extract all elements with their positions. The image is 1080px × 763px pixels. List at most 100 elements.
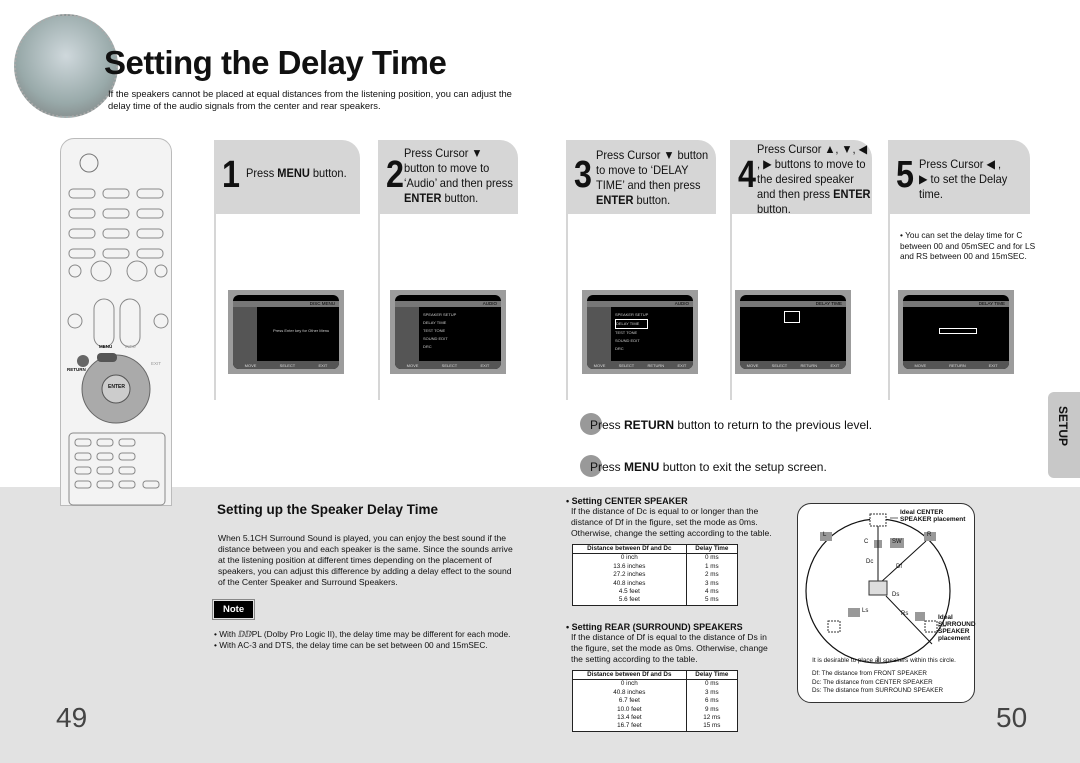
- table-header: Distance between Df and Ds: [572, 670, 687, 681]
- step-3: 3 Press Cursor ▼ button to move to ‘DELA…: [566, 140, 716, 214]
- table-cell: 0 inch: [572, 679, 687, 689]
- step-5-text: Press Cursor ◀ , ▶ to set the Delay time…: [919, 157, 1011, 202]
- menu-item: SPEAKER SETUP: [615, 312, 649, 317]
- table-row: 40.8 inches 3 ms: [572, 579, 739, 589]
- table-cell: 0 ms: [686, 679, 739, 689]
- step-text-part: button.: [309, 166, 347, 180]
- menu-instruction: Press MENU button to exit the setup scre…: [590, 460, 827, 474]
- remote-return-button: RETURN: [67, 367, 86, 372]
- table-cell: 0 ms: [686, 553, 739, 563]
- ideal-surround-label: Ideal SURROUND SPEAKER placement: [938, 614, 976, 642]
- note-badge: Note: [211, 599, 256, 620]
- intro-text: If the speakers cannot be placed at equa…: [108, 88, 512, 111]
- note-item: With ⅅⅅPL (Dolby Pro Logic II), the dela…: [219, 629, 511, 639]
- table-cell: 6 ms: [686, 697, 739, 706]
- table-cell: 5.6 feet: [572, 596, 687, 606]
- step-2: 2 Press Cursor ▼ button to move to ‘Audi…: [378, 140, 518, 214]
- footer-exit: EXIT: [318, 362, 328, 368]
- step-5: 5 Press Cursor ◀ , ▶ to set the Delay ti…: [888, 140, 1030, 214]
- step-number: 3: [574, 154, 592, 196]
- table-cell: 1 ms: [686, 562, 739, 572]
- page-number-right: 50: [996, 702, 1028, 733]
- center-delay-table: Distance between Df and Dc Delay Time 0 in…: [572, 544, 739, 606]
- footer-return: RETURN: [949, 362, 966, 368]
- step-number: 4: [738, 154, 756, 196]
- circle-note: It is desirable to place all speakers wi…: [812, 657, 956, 664]
- table-header: Delay Time: [686, 544, 739, 555]
- section-title: Setting up the Speaker Delay Time: [217, 502, 439, 517]
- footer-select: SELECT: [279, 362, 296, 368]
- key-name: ENTER: [404, 191, 442, 205]
- page-number-left: 49: [56, 702, 88, 733]
- footer-select: SELECT: [618, 362, 635, 368]
- footer-exit: EXIT: [988, 362, 998, 368]
- screen-header: DELAY TIME: [903, 301, 1009, 307]
- remote-exit-button: EXIT: [151, 361, 162, 366]
- table-cell: 3 ms: [686, 579, 739, 589]
- label-df: Df: [896, 564, 902, 570]
- rear-speaker-section: • Setting REAR (SURROUND) SPEAKERS If th…: [566, 622, 781, 732]
- key-name: ENTER: [833, 187, 871, 201]
- return-instruction: Press RETURN button to return to the pre…: [590, 418, 873, 432]
- footer-move: MOVE: [593, 362, 606, 368]
- table-cell: 13.6 inches: [572, 562, 687, 572]
- speaker-c: C: [864, 539, 869, 545]
- table-row: 4.5 feet 4 ms: [572, 588, 739, 597]
- footer-move: MOVE: [914, 362, 927, 368]
- table-row: 27.2 inches 2 ms: [572, 571, 739, 580]
- label-ds: Ds: [892, 592, 900, 598]
- menu-item-selected: DELAY TIME: [615, 319, 649, 329]
- menu-item: SOUND EDIT: [615, 338, 640, 343]
- table-row: 13.6 inches 1 ms: [572, 562, 739, 572]
- table-cell: 2 ms: [686, 571, 739, 580]
- remote-enter-button: ENTER: [108, 384, 125, 390]
- footer-select: SELECT: [771, 362, 788, 368]
- footer-select: SELECT: [441, 362, 458, 368]
- setup-tab-label: SETUP: [1056, 406, 1070, 447]
- menu-item: TEST TONE: [423, 328, 446, 333]
- menu-item: SPEAKER SETUP: [423, 312, 457, 317]
- legend-dc: Dc: The distance from CENTER SPEAKER: [812, 678, 933, 686]
- table-cell: 0 inch: [572, 553, 687, 563]
- speaker-placement-diagram: Ideal CENTER SPEAKER placement Ideal SUR…: [797, 503, 976, 703]
- section-body: When 5.1CH Surround Sound is played, you…: [218, 533, 513, 587]
- table-cell: 10.0 feet: [572, 705, 687, 715]
- note-list: • With ⅅⅅPL (Dolby Pro Logic II), the de…: [214, 629, 511, 650]
- table-row: 0 inch 0 ms: [572, 679, 739, 689]
- table-cell: 3 ms: [686, 688, 739, 698]
- step-text-part: button.: [633, 193, 671, 207]
- distance-legend: Df: The distance from FRONT SPEAKER Dc: …: [812, 670, 943, 696]
- speaker-rs: Rs: [901, 611, 909, 617]
- center-title: Setting CENTER SPEAKER: [571, 496, 688, 506]
- rear-delay-table: Distance between Df and Ds Delay Time 0 in…: [572, 670, 739, 732]
- step-4-text: Press Cursor ▲, ▼, ◀ , ▶ buttons to move…: [757, 142, 872, 217]
- menu-item: DRC: [423, 344, 432, 349]
- table-row: 0 inch 0 ms: [572, 553, 739, 563]
- menu-item: TEST TONE: [615, 330, 638, 335]
- step-3-text: Press Cursor ▼ button to move to ‘DELAY …: [596, 148, 711, 208]
- table-cell: 9 ms: [686, 705, 739, 715]
- key-name: ENTER: [596, 193, 634, 207]
- ideal-center-label: Ideal CENTER SPEAKER placement: [900, 509, 966, 523]
- footer-exit: EXIT: [830, 362, 840, 368]
- table-cell: 16.7 feet: [572, 722, 687, 732]
- menu-item: SOUND EDIT: [423, 336, 448, 341]
- table-cell: 5 ms: [686, 596, 739, 606]
- step-4: 4 Press Cursor ▲, ▼, ◀ , ▶ buttons to mo…: [730, 140, 872, 217]
- table-row: 10.0 feet 9 ms: [572, 705, 739, 715]
- screen-delay-time: DELAY TIME MOVE SELECT RETURN EXIT: [735, 290, 851, 374]
- footer-move: MOVE: [746, 362, 759, 368]
- table-cell: 6.7 feet: [572, 697, 687, 706]
- table-cell: 4.5 feet: [572, 588, 687, 597]
- label-dc: Dc: [866, 559, 874, 565]
- step-text-part: Press Cursor ▼ button to move to ‘Audio’…: [404, 146, 513, 190]
- step-number: 2: [386, 154, 404, 196]
- step-text-part: Press Cursor ◀ , ▶ to set the Delay time…: [919, 157, 1008, 201]
- speaker-ls: Ls: [862, 608, 869, 614]
- step-1-text: Press MENU button.: [246, 166, 356, 181]
- footer-exit: EXIT: [677, 362, 687, 368]
- screen-audio: AUDIO SPEAKER SETUP DELAY TIME TEST TONE SO…: [390, 290, 506, 374]
- step-2-text: Press Cursor ▼ button to move to ‘Audio’…: [404, 146, 514, 206]
- center-speaker-selected: [784, 311, 800, 323]
- rear-text: If the distance of Df is equal to the di…: [571, 632, 768, 664]
